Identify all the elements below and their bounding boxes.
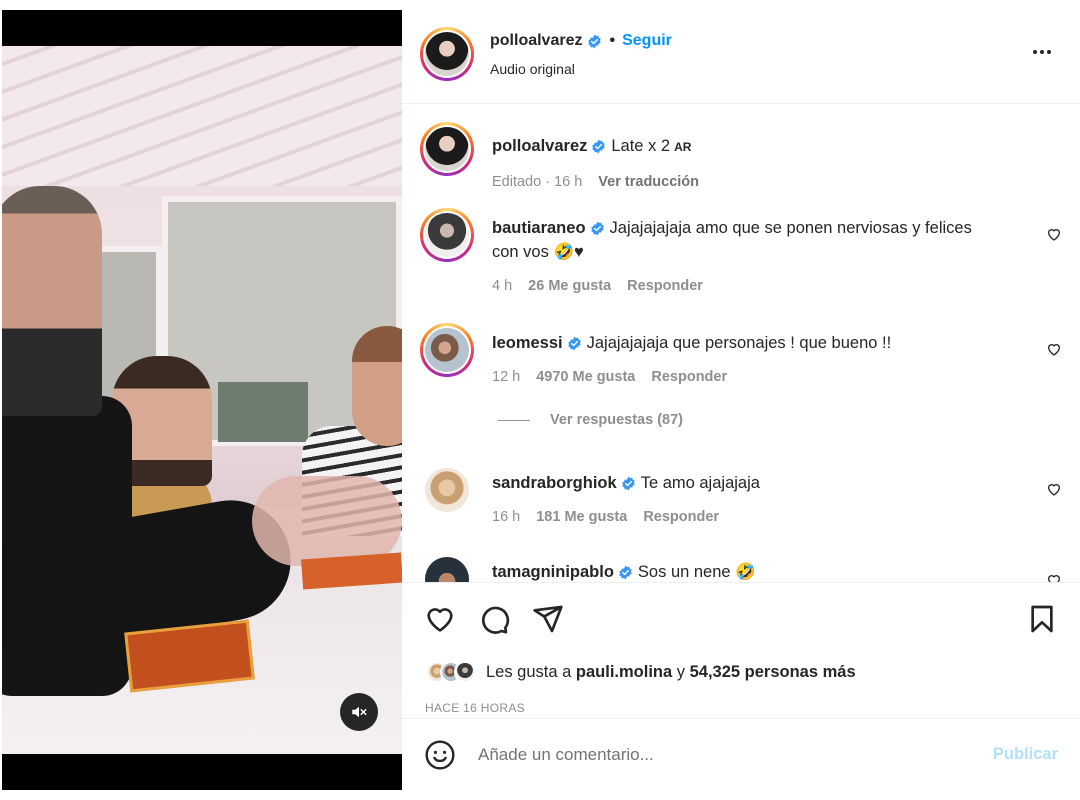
comment-body: Jajajajajaja que personajes ! que bueno … [586,334,892,352]
post-header: polloalvarez • Seguir Audio original [402,10,1080,104]
translate-link[interactable]: Ver traducción [598,174,699,190]
media-panel [0,0,402,800]
verified-icon [590,221,604,236]
comment-likes[interactable]: 26 Me gusta [528,278,611,294]
comments-list[interactable]: polloalvarez Late x 2 AR Editado · 16 h Ve… [402,105,1080,582]
audio-link[interactable]: Audio original [490,61,575,77]
share-icon[interactable] [532,603,564,635]
heart-icon[interactable] [424,603,456,635]
reply-button[interactable]: Responder [627,278,703,294]
comment-body: Te amo ajajajaja [640,474,760,492]
letterbox-bottom [2,754,402,790]
author-avatar[interactable] [420,27,474,81]
video-player[interactable] [2,10,402,790]
comment-avatar[interactable] [420,208,474,262]
caption-tag: AR [674,140,692,154]
caption-username[interactable]: polloalvarez [492,137,587,155]
comment-time: 4 h [492,278,513,294]
comment-username[interactable]: leomessi [492,334,563,352]
comment-avatar[interactable] [425,557,469,582]
likes-prefix: Les gusta a [486,662,572,681]
mute-button[interactable] [340,693,378,731]
verified-icon [622,476,635,491]
view-replies-label: Ver respuestas (87) [550,412,683,428]
scene-hand [252,476,402,566]
author-line: polloalvarez • Seguir [490,32,672,50]
comment-meta: 12 h 4970 Me gusta Responder [492,369,727,385]
publish-button[interactable]: Publicar [993,745,1058,764]
comment-text: bautiaraneo Jajajajajaja amo que se ponen… [492,216,982,264]
comment-time: 12 h [492,369,521,385]
reply-button[interactable]: Responder [643,509,719,525]
post-timestamp[interactable]: HACE 16 HORAS [425,701,525,715]
like-comment-heart-icon[interactable] [1046,226,1062,242]
scene-person-right [352,326,402,446]
scene-person-left [2,186,102,416]
comment-time: 16 h [492,509,521,525]
scene-ceiling [2,46,402,186]
likes-summary[interactable]: Les gusta a pauli.molina y 54,325 person… [426,661,856,683]
caption-avatar[interactable] [420,122,474,176]
caption-text: polloalvarez Late x 2 AR [492,134,982,159]
comment-avatar[interactable] [420,323,474,377]
emoji-icon[interactable] [424,739,456,771]
comment-text: sandraborghiok Te amo ajajajaja [492,471,982,495]
verified-icon [567,336,581,351]
verified-icon [588,34,602,48]
likes-connector: y [676,662,686,681]
view-replies-button[interactable]: Ver respuestas (87) [498,412,683,428]
comment-username[interactable]: sandraborghiok [492,474,617,492]
comment-meta: 16 h 181 Me gusta Responder [492,509,719,525]
author-username[interactable]: polloalvarez [490,32,582,50]
replies-divider-line [498,419,530,421]
comment-composer: Publicar [402,718,1080,790]
comment-meta: 4 h 26 Me gusta Responder [492,278,703,294]
likes-text: Les gusta a pauli.molina y 54,325 person… [486,663,856,682]
post-actions: Les gusta a pauli.molina y 54,325 person… [402,582,1080,718]
comment-likes[interactable]: 4970 Me gusta [536,369,635,385]
comment-input[interactable] [478,741,958,769]
like-comment-heart-icon[interactable] [1046,572,1062,582]
comment-avatar[interactable] [425,468,469,512]
letterbox-top [2,10,402,46]
post-details: polloalvarez • Seguir Audio original pol… [402,10,1080,790]
comment-text: leomessi Jajajajajaja que personajes ! qu… [492,331,982,355]
more-options-icon[interactable] [1030,40,1054,64]
caption-meta: Editado · 16 h Ver traducción [492,174,699,190]
likes-others[interactable]: 54,325 personas más [690,663,856,681]
comment-likes[interactable]: 181 Me gusta [536,509,627,525]
comment-username[interactable]: bautiaraneo [492,219,586,237]
comment-username[interactable]: tamagninipablo [492,563,614,581]
like-comment-heart-icon[interactable] [1046,341,1062,357]
video-frame[interactable] [2,46,402,754]
mute-icon [352,706,367,718]
like-comment-heart-icon[interactable] [1046,481,1062,497]
follow-button[interactable]: Seguir [622,32,672,50]
verified-icon [619,565,632,580]
liker-username[interactable]: pauli.molina [576,663,672,681]
liker-avatar [454,661,476,683]
caption-edited: Editado · 16 h [492,174,583,190]
comment-icon[interactable] [478,603,510,635]
save-icon[interactable] [1026,603,1058,635]
verified-icon [592,139,606,154]
separator-dot: • [609,32,616,49]
caption-body: Late x 2 [611,137,671,155]
reply-button[interactable]: Responder [651,369,727,385]
comment-text: tamagninipablo Sos un nene 🤣 [492,560,982,582]
comment-body: Sos un nene 🤣 [637,563,756,581]
